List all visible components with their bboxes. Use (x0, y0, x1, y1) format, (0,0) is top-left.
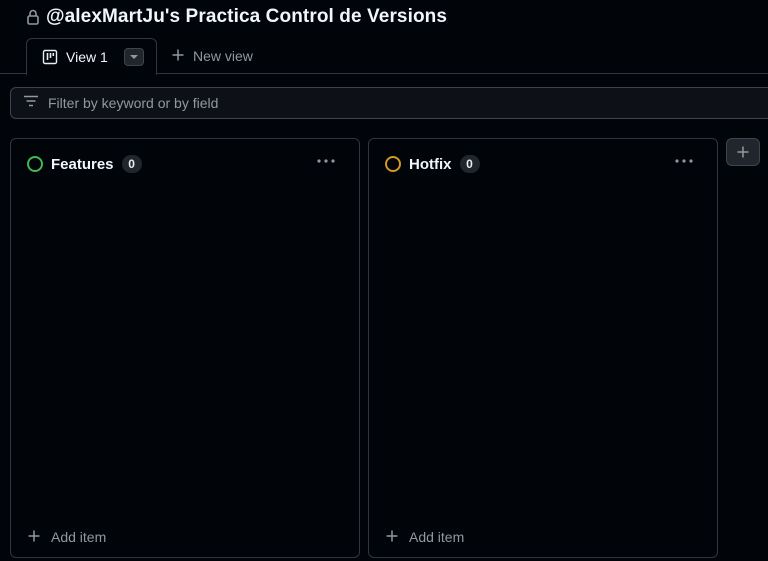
triangle-down-icon (129, 55, 138, 59)
column-hotfix: Hotfix 0 Add item (368, 138, 718, 558)
column-header: Hotfix 0 (385, 154, 480, 174)
plus-icon (385, 529, 399, 546)
column-menu-button[interactable] (315, 151, 337, 171)
column-name: Hotfix (409, 155, 452, 173)
kebab-horizontal-icon (317, 159, 335, 163)
add-item-label: Add item (409, 529, 465, 545)
project-board: @alexMartJu's Practica Control de Versio… (0, 0, 768, 561)
view-options-button[interactable] (123, 48, 144, 66)
plus-icon (27, 529, 41, 546)
tab-label: View 1 (66, 49, 108, 65)
filter-icon (23, 94, 39, 112)
add-column-button[interactable] (726, 138, 760, 166)
filter-input[interactable]: Filter by keyword or by field (10, 87, 768, 119)
add-item-button[interactable]: Add item (27, 527, 106, 547)
add-item-button[interactable]: Add item (385, 527, 464, 547)
kebab-horizontal-icon (675, 159, 693, 163)
views-tab-bar: View 1 New view (0, 38, 768, 75)
column-header: Features 0 (27, 154, 142, 174)
item-count-badge: 0 (121, 155, 142, 173)
board-icon (42, 49, 58, 65)
project-title: @alexMartJu's Practica Control de Versio… (46, 6, 448, 27)
lock-icon (26, 9, 40, 25)
status-circle-icon (27, 156, 43, 172)
new-view-label: New view (193, 48, 253, 64)
tab-view-1[interactable]: View 1 (26, 38, 157, 75)
column-name: Features (51, 155, 114, 173)
plus-icon (171, 48, 185, 65)
column-features: Features 0 Add item (10, 138, 360, 558)
new-view-button[interactable]: New view (171, 38, 253, 74)
item-count-badge: 0 (459, 155, 480, 173)
status-circle-icon (385, 156, 401, 172)
plus-icon (737, 146, 749, 158)
title-row: @alexMartJu's Practica Control de Versio… (26, 4, 447, 30)
filter-placeholder: Filter by keyword or by field (48, 95, 219, 111)
add-item-label: Add item (51, 529, 107, 545)
column-menu-button[interactable] (673, 151, 695, 171)
